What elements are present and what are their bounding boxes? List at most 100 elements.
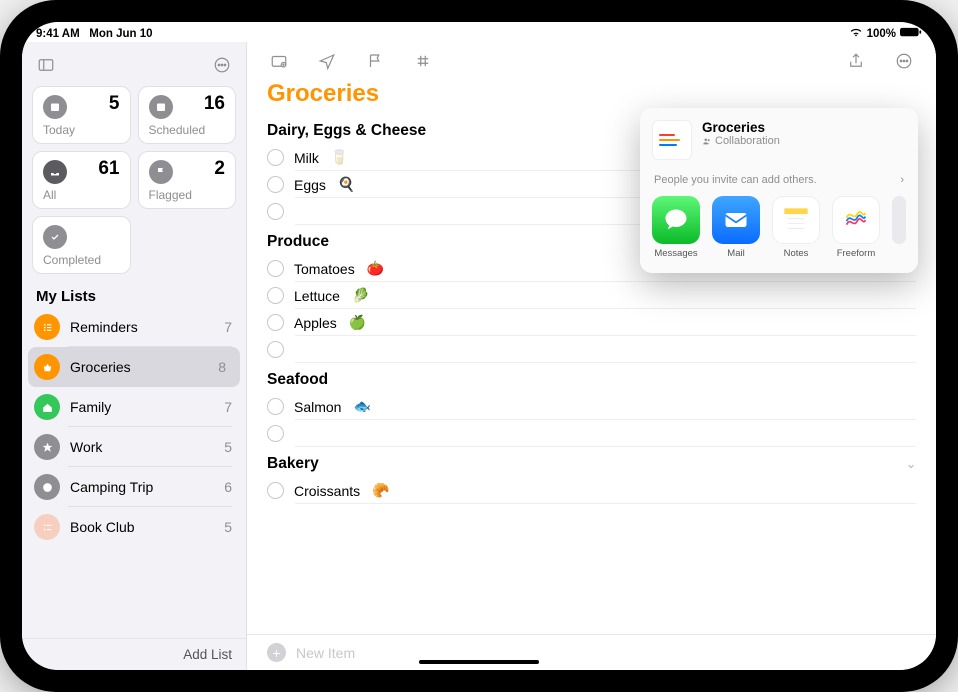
add-list-button[interactable]: Add List — [22, 638, 246, 670]
toolbar — [247, 42, 936, 76]
star-icon — [34, 434, 60, 460]
status-time: 9:41 AM — [36, 28, 80, 40]
reminder-item[interactable]: Apples🍏 — [267, 309, 916, 336]
smart-count: 16 — [204, 93, 225, 115]
list-more-button[interactable] — [890, 48, 918, 74]
share-permissions-button[interactable]: People you invite can add others. › — [652, 168, 906, 196]
checkbox[interactable] — [267, 149, 284, 166]
share-app-overflow[interactable] — [892, 196, 906, 259]
checkbox[interactable] — [267, 398, 284, 415]
reminders-app: 5 Today 16 Scheduled 61 All 2 Flagged — [22, 42, 936, 670]
item-text: Salmon — [294, 399, 341, 415]
list-count: 5 — [224, 519, 232, 535]
list-count: 7 — [224, 399, 232, 415]
emoji-icon: 🥛 — [331, 149, 348, 166]
emoji-icon: 🐟 — [353, 398, 370, 415]
smart-today[interactable]: 5 Today — [32, 86, 131, 144]
share-sheet: Groceries Collaboration People you invit… — [640, 108, 918, 273]
basket-icon — [34, 354, 60, 380]
tray-icon — [43, 160, 67, 184]
checkbox[interactable] — [267, 341, 284, 358]
reminder-item[interactable]: Salmon 🐟 — [267, 393, 916, 420]
status-bar: 9:41 AM Mon Jun 10 100% — [22, 22, 936, 42]
list-name: Camping Trip — [70, 479, 214, 495]
list-count: 8 — [218, 359, 226, 375]
battery-pct: 100% — [867, 28, 896, 40]
battery-icon — [900, 27, 922, 40]
freeform-icon — [832, 196, 880, 244]
share-apps: Messages Mail Notes Freeform — [652, 196, 906, 259]
smart-flagged[interactable]: 2 Flagged — [138, 151, 237, 209]
ipad-frame: 9:41 AM Mon Jun 10 100% 5 Today — [0, 0, 958, 692]
status-left: 9:41 AM Mon Jun 10 — [36, 28, 153, 40]
share-thumbnail-icon — [652, 120, 692, 160]
sidebar-item-bookclub[interactable]: Book Club 5 — [22, 507, 246, 547]
sidebar-item-work[interactable]: Work 5 — [22, 427, 246, 467]
template-button[interactable] — [265, 48, 293, 74]
new-item-button[interactable]: + New Item — [247, 634, 936, 670]
smart-label: All — [43, 188, 120, 202]
checkbox[interactable] — [267, 482, 284, 499]
smart-scheduled[interactable]: 16 Scheduled — [138, 86, 237, 144]
smart-label: Completed — [43, 253, 120, 267]
app-label: Messages — [654, 248, 697, 259]
list-bullet-icon — [34, 314, 60, 340]
send-button[interactable] — [313, 48, 341, 74]
smart-label: Today — [43, 123, 120, 137]
sidebar-item-camping[interactable]: Camping Trip 6 — [22, 467, 246, 507]
list-count: 6 — [224, 479, 232, 495]
calendar-icon — [43, 95, 67, 119]
app-label: Notes — [784, 248, 809, 259]
app-label: Mail — [727, 248, 744, 259]
smart-all[interactable]: 61 All — [32, 151, 131, 209]
checkbox[interactable] — [267, 260, 284, 277]
checkbox[interactable] — [267, 287, 284, 304]
tag-button[interactable] — [409, 48, 437, 74]
item-text: Croissants — [294, 483, 360, 499]
emoji-icon: 🥬 — [352, 287, 369, 304]
list-count: 7 — [224, 319, 232, 335]
app-overflow-icon — [892, 196, 906, 244]
list-name: Family — [70, 399, 214, 415]
checkbox[interactable] — [267, 314, 284, 331]
share-app-notes[interactable]: Notes — [772, 196, 820, 259]
reminder-item-empty[interactable] — [267, 336, 916, 363]
compass-icon — [34, 474, 60, 500]
chevron-down-icon[interactable]: ⌄ — [906, 457, 916, 471]
sidebar-toggle-button[interactable] — [32, 52, 60, 78]
smart-label: Scheduled — [149, 123, 226, 137]
sidebar-item-groceries[interactable]: Groceries 8 — [28, 347, 240, 387]
reminder-item[interactable]: Croissants🥐 — [267, 477, 916, 504]
new-item-label: New Item — [296, 645, 355, 661]
share-app-messages[interactable]: Messages — [652, 196, 700, 259]
plus-icon: + — [267, 643, 286, 662]
checkbox[interactable] — [267, 203, 284, 220]
share-app-freeform[interactable]: Freeform — [832, 196, 880, 259]
reminder-item[interactable]: Lettuce🥬 — [267, 282, 916, 309]
house-icon — [34, 394, 60, 420]
smart-completed[interactable]: Completed — [32, 216, 131, 274]
checkbox[interactable] — [267, 176, 284, 193]
smart-label: Flagged — [149, 188, 226, 202]
share-app-mail[interactable]: Mail — [712, 196, 760, 259]
app-label: Freeform — [837, 248, 876, 259]
checkbox[interactable] — [267, 425, 284, 442]
section-header: Seafood — [267, 363, 916, 393]
sidebar-item-family[interactable]: Family 7 — [22, 387, 246, 427]
flag-button[interactable] — [361, 48, 389, 74]
list-name: Work — [70, 439, 214, 455]
share-subtitle[interactable]: Collaboration — [702, 135, 780, 147]
section-header: Bakery⌄ — [267, 447, 916, 477]
smart-lists: 5 Today 16 Scheduled 61 All 2 Flagged — [22, 86, 246, 282]
chevron-right-icon: › — [900, 174, 904, 186]
home-indicator[interactable] — [419, 660, 539, 664]
mail-icon — [712, 196, 760, 244]
share-button[interactable] — [842, 48, 870, 74]
more-button[interactable] — [208, 52, 236, 78]
reminder-item-empty[interactable] — [267, 420, 916, 447]
sidebar-item-reminders[interactable]: Reminders 7 — [22, 307, 246, 347]
smart-count: 61 — [98, 158, 119, 180]
wifi-icon — [849, 27, 863, 41]
status-date: Mon Jun 10 — [89, 28, 152, 40]
flag-icon — [149, 160, 173, 184]
